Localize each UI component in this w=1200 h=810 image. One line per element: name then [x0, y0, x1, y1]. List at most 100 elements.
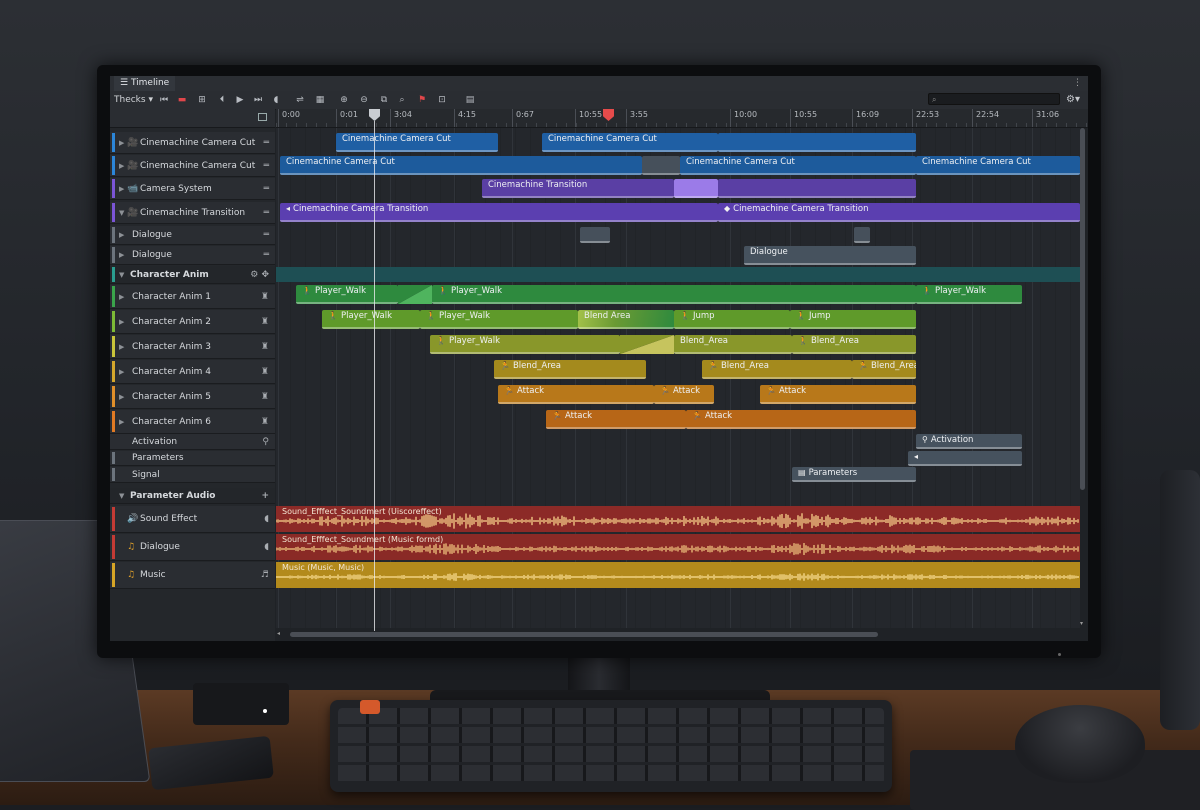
anim-clip[interactable]: 🚶 Player_Walk — [430, 335, 620, 354]
parameters-clip[interactable]: ▤ Parameters — [792, 467, 916, 482]
search-icon[interactable]: ⌕ — [396, 94, 408, 106]
track-header[interactable]: ▼ 🎥 Cinemachine Transition ═ — [110, 202, 275, 224]
track-header[interactable]: Activation ⚲ — [110, 434, 275, 450]
transition-clip[interactable]: Cinemachine Transition — [482, 179, 674, 198]
camera-cut-blend[interactable] — [642, 156, 680, 175]
chevron-down-icon[interactable]: ▼ — [119, 266, 124, 284]
anim-clip[interactable]: 🏃 Attack — [654, 385, 714, 404]
track-header[interactable]: ▶ Character Anim 5 ♜ — [110, 385, 275, 409]
dialogue-clip[interactable]: Dialogue — [744, 246, 916, 265]
scroll-down-icon[interactable]: ▾ — [1080, 620, 1083, 627]
dialogue-marker-clip[interactable] — [854, 227, 870, 243]
timeline-tab[interactable]: ☰ Timeline — [114, 76, 176, 91]
anim-clip[interactable]: 🚶 Player_Walk — [432, 285, 916, 304]
collapse-icon[interactable] — [258, 113, 267, 121]
layout-icon[interactable]: ⊡ — [436, 94, 448, 106]
anim-blend[interactable] — [398, 285, 432, 304]
anim-blend-clip[interactable]: Blend Area — [578, 310, 674, 329]
frame-icon[interactable]: ⊞ — [196, 94, 208, 106]
chevron-right-icon[interactable]: ▶ — [119, 285, 124, 309]
camera-cut-clip-empty[interactable] — [718, 133, 916, 152]
audio-clip-music[interactable]: Music (Music, Music) — [276, 562, 1080, 588]
search-input[interactable]: ⌕ — [928, 93, 1060, 105]
anim-clip[interactable]: Blend_Area — [674, 335, 792, 354]
track-action-icon[interactable]: ♜ — [261, 360, 269, 384]
flag-icon[interactable]: ⚑ — [416, 94, 428, 106]
track-header[interactable]: ▶ Character Anim 1 ♜ — [110, 285, 275, 309]
track-header[interactable]: 🔊 Sound Effect ◖ — [110, 506, 275, 533]
chevron-right-icon[interactable]: ▶ — [119, 360, 124, 384]
track-action-icon[interactable]: ♜ — [261, 410, 269, 434]
track-action-icon[interactable]: ⚙ ✥ — [250, 266, 269, 284]
track-header[interactable]: Signal — [110, 467, 275, 483]
track-header[interactable]: ▶ Character Anim 2 ♜ — [110, 310, 275, 334]
time-ruler[interactable]: 0:00 0:01 3:04 4:15 0:67 10:55 3:55 10:00 10:55 1… — [276, 109, 1088, 128]
transition-clip-end[interactable] — [718, 179, 916, 198]
anim-clip[interactable]: 🚶 Jump — [790, 310, 916, 329]
track-action-icon[interactable]: ♜ — [261, 335, 269, 359]
track-action-icon[interactable]: ═ — [264, 132, 269, 154]
audio-clip-sound-effect[interactable]: Sound_Efffect_Soundmert (Uiscoreffect) — [276, 506, 1080, 532]
camera-cut-clip[interactable]: Cinemachine Camera Cut — [916, 156, 1080, 175]
anim-clip[interactable]: 🏃 Blend_Area — [702, 360, 852, 379]
track-action-icon[interactable]: ═ — [264, 246, 269, 265]
gear-icon[interactable]: ⚙▾ — [1066, 91, 1080, 109]
camera-cut-clip[interactable]: Cinemachine Camera Cut — [542, 133, 718, 152]
chevron-right-icon[interactable]: ▶ — [119, 226, 124, 245]
anim-clip[interactable]: 🏃 Attack — [760, 385, 916, 404]
anim-clip[interactable]: 🚶 Player_Walk — [296, 285, 398, 304]
scroll-left-icon[interactable]: ◂ — [277, 630, 280, 637]
track-action-icon[interactable]: ═ — [264, 202, 269, 224]
track-action-icon[interactable]: ═ — [264, 226, 269, 245]
chevron-right-icon[interactable]: ▶ — [119, 132, 124, 154]
kebab-menu-icon[interactable]: ⋮ — [1073, 76, 1082, 91]
dialogue-marker-clip[interactable] — [580, 227, 610, 243]
anim-clip[interactable]: 🏃 Blend_Area — [852, 360, 916, 379]
camera-transition-clip[interactable]: ◂ Cinemachine Camera Transition — [280, 203, 718, 222]
track-header[interactable]: ▶ 🎥 Cinemachine Camera Cut ═ — [110, 132, 275, 154]
goto-end-icon[interactable]: ⏭ — [252, 94, 264, 106]
track-header[interactable]: ▶ Character Anim 4 ♜ — [110, 360, 275, 384]
anim-clip[interactable]: 🏃 Blend_Area — [494, 360, 646, 379]
anim-clip[interactable]: 🏃 Attack — [498, 385, 654, 404]
track-header[interactable]: ▶ Dialogue ═ — [110, 226, 275, 245]
anim-clip[interactable]: 🚶 Player_Walk — [916, 285, 1022, 304]
track-action-icon[interactable]: ═ — [264, 155, 269, 177]
previous-frame-icon[interactable]: ⏴ — [216, 94, 228, 106]
anim-blend[interactable] — [620, 335, 674, 354]
anim-clip[interactable]: 🏃 Attack — [686, 410, 916, 429]
anim-clip[interactable]: 🚶 Player_Walk — [420, 310, 578, 329]
vertical-scrollbar[interactable] — [1080, 128, 1085, 490]
track-action-icon[interactable]: ♜ — [261, 285, 269, 309]
track-header[interactable]: ▶ Character Anim 3 ♜ — [110, 335, 275, 359]
chevron-right-icon[interactable]: ▶ — [119, 385, 124, 409]
track-action-icon[interactable]: ♜ — [261, 385, 269, 409]
camera-cut-clip[interactable]: Cinemachine Camera Cut — [280, 156, 642, 175]
track-header[interactable]: ▶ Character Anim 6 ♜ — [110, 410, 275, 434]
record-icon[interactable]: ▬ — [176, 94, 188, 106]
zoom-in-icon[interactable]: ⊕ — [338, 94, 350, 106]
zoom-out-icon[interactable]: ⊖ — [358, 94, 370, 106]
camera-cut-clip[interactable]: Cinemachine Camera Cut — [336, 133, 498, 152]
audio-clip-dialogue[interactable]: Sound_Efffect_Soundmert (Music formd) — [276, 534, 1080, 560]
camera-cut-clip[interactable]: Cinemachine Camera Cut — [680, 156, 916, 175]
track-header[interactable]: ▶ Dialogue ═ — [110, 246, 275, 265]
track-action-icon[interactable]: ♜ — [261, 310, 269, 334]
parameters-marker-clip[interactable]: ◂ — [908, 451, 1022, 466]
track-header[interactable]: ▶ 📹 Camera System ═ — [110, 178, 275, 200]
track-action-icon[interactable]: ♬ — [261, 562, 269, 589]
anim-clip[interactable]: 🚶 Blend_Area — [792, 335, 916, 354]
track-dropdown[interactable]: Thecks ▾ — [114, 91, 153, 109]
anim-clip[interactable]: 🚶 Jump — [674, 310, 790, 329]
audio-icon[interactable]: ◖ — [270, 94, 282, 106]
track-header[interactable]: Parameters — [110, 451, 275, 466]
track-action-icon[interactable]: + — [261, 488, 269, 504]
chevron-right-icon[interactable]: ▶ — [119, 155, 124, 177]
chevron-right-icon[interactable]: ▶ — [119, 410, 124, 434]
horizontal-scrollbar[interactable] — [290, 632, 878, 637]
frame-selection-icon[interactable]: ⧉ — [378, 94, 390, 106]
transition-highlight-clip[interactable] — [674, 179, 718, 198]
chevron-right-icon[interactable]: ▶ — [119, 246, 124, 265]
anim-clip[interactable]: 🚶 Player_Walk — [322, 310, 420, 329]
loop-icon[interactable]: ⇌ — [292, 94, 308, 106]
